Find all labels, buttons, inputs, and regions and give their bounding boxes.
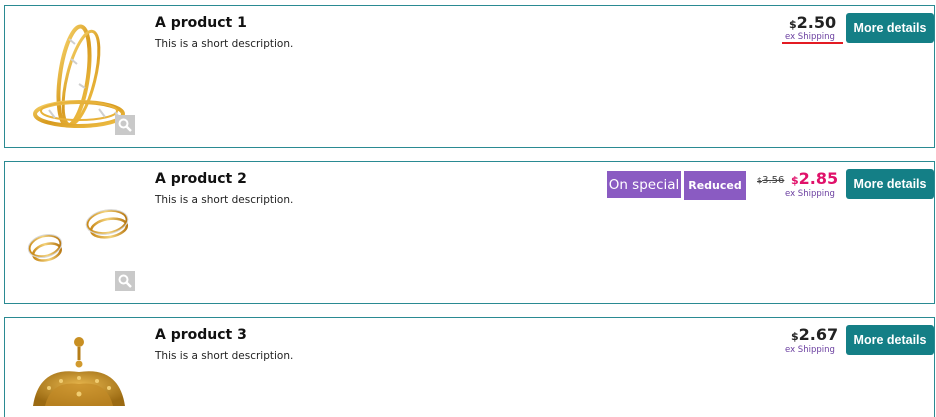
- shipping-note: ex Shipping: [785, 189, 835, 199]
- shipping-note: ex Shipping: [785, 345, 835, 355]
- old-price-value: 3.56: [762, 175, 785, 186]
- magnifier-icon[interactable]: [115, 115, 135, 135]
- product-description: This is a short description.: [155, 194, 294, 206]
- price: $2.67: [791, 325, 838, 347]
- product-card-2: A product 2 This is a short description.…: [4, 161, 935, 304]
- product-card-1: A product 1 This is a short description.…: [4, 5, 935, 148]
- product-description: This is a short description.: [155, 350, 294, 362]
- price-value: 2.67: [798, 325, 839, 344]
- magnifier-icon[interactable]: [115, 271, 135, 291]
- product-description: This is a short description.: [155, 38, 294, 50]
- product-title[interactable]: A product 2: [155, 171, 247, 187]
- product-image-necklace[interactable]: [19, 326, 137, 406]
- currency-symbol: $: [789, 18, 797, 31]
- more-details-button[interactable]: More details: [846, 325, 934, 355]
- special-price: $2.85: [791, 169, 838, 191]
- product-title[interactable]: A product 1: [155, 15, 247, 31]
- red-underline: [782, 42, 843, 44]
- more-details-button[interactable]: More details: [846, 169, 934, 199]
- currency-symbol: $: [791, 174, 799, 187]
- more-details-button[interactable]: More details: [846, 13, 934, 43]
- shipping-note: ex Shipping: [785, 32, 835, 42]
- reduced-badge: Reduced: [684, 171, 746, 200]
- price-value: 2.85: [798, 169, 839, 188]
- currency-symbol: $: [791, 330, 799, 343]
- price-value: 2.50: [796, 13, 837, 32]
- product-card-3: A product 3 This is a short description.…: [4, 317, 935, 417]
- old-price: $3.56: [757, 175, 784, 186]
- on-special-badge: On special: [607, 171, 681, 198]
- product-title[interactable]: A product 3: [155, 327, 247, 343]
